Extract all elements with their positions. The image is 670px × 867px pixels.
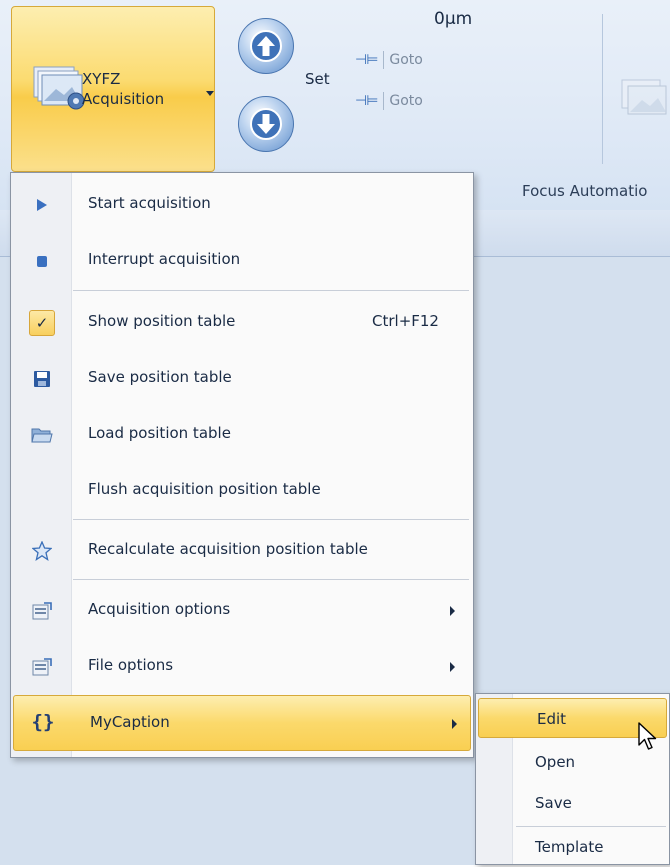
menu-item-flush-position-table[interactable]: Flush acquisition position table [12,465,472,517]
image-stack-gear-icon[interactable] [620,74,670,120]
move-down-button[interactable] [238,96,294,152]
options-icon [32,602,52,620]
submenu-item-label: Open [535,753,576,771]
image-stack-gear-icon [33,66,85,110]
goto-top-button[interactable]: ⊣⊨ Goto [355,51,423,69]
menu-item-mycaption[interactable]: {} MyCaption [13,695,471,751]
menu-item-label: Acquisition options [88,600,231,618]
menu-item-label: MyCaption [90,713,170,731]
submenu-item-label: Save [535,794,572,812]
save-icon [34,371,50,387]
menu-item-label: File options [88,656,174,674]
menu-item-interrupt-acquisition[interactable]: Interrupt acquisition [12,235,472,287]
script-icon: {} [31,711,55,733]
menu-separator [73,579,469,580]
submenu-arrow-icon [450,662,455,672]
options-icon [32,658,52,676]
goto-top-label: Goto [389,52,423,68]
menu-item-start-acquisition[interactable]: Start acquisition [12,179,472,231]
xyfz-label-line2: Acquisition [82,90,165,108]
goto-bottom-label: Goto [389,93,423,109]
separator [383,92,385,110]
menu-separator [73,290,469,291]
menu-item-save-position-table[interactable]: Save position table [12,353,472,405]
menu-item-label: Save position table [88,368,232,386]
xyfz-acquisition-button[interactable]: XYFZ Acquisition [11,6,215,172]
dropdown-arrow-icon [206,91,214,96]
pin-icon: ⊣⊨ [355,93,378,109]
submenu-item-save[interactable]: Save [477,783,667,823]
acquisition-dropdown-menu: Start acquisition Interrupt acquisition … [10,172,474,758]
menu-item-label: Interrupt acquisition [88,250,241,268]
pin-icon: ⊣⊨ [355,52,378,68]
separator [383,51,385,69]
arrow-down-icon [250,108,282,140]
menu-item-load-position-table[interactable]: Load position table [12,409,472,461]
play-icon [37,199,47,211]
menu-separator [73,519,469,520]
shortcut-label: Ctrl+F12 [372,312,439,330]
arrow-up-icon [250,30,282,62]
ribbon-group-divider [602,14,603,164]
menu-item-label: Show position table [88,312,236,330]
submenu-arrow-icon [452,719,457,729]
submenu-item-label: Template [535,838,604,856]
xyfz-acquisition-label: XYFZ Acquisition [82,69,192,109]
stop-icon [37,255,47,267]
mycaption-submenu: Edit Open Save Template [475,693,670,865]
move-up-button[interactable] [238,18,294,74]
check-icon: ✓ [29,310,55,336]
focus-automation-group-label: Focus Automatio [522,182,648,200]
submenu-item-label: Edit [537,710,567,728]
menu-item-recalculate-position-table[interactable]: Recalculate acquisition position table [12,525,472,577]
goto-bottom-button[interactable]: ⊣⊨ Goto [355,92,423,110]
mouse-cursor-icon [638,722,657,750]
set-button[interactable]: Set [305,70,330,88]
menu-item-show-position-table[interactable]: ✓ Show position table Ctrl+F12 [12,297,472,349]
menu-item-acquisition-options[interactable]: Acquisition options [12,585,472,637]
folder-open-icon [31,428,53,443]
submenu-arrow-icon [450,606,455,616]
menu-item-label: Recalculate acquisition position table [88,540,368,558]
menu-item-file-options[interactable]: File options [12,641,472,693]
star-icon [32,541,52,561]
menu-item-label: Load position table [88,424,231,442]
menu-item-label: Flush acquisition position table [88,480,321,498]
submenu-item-template[interactable]: Template [477,827,667,867]
xyfz-label-line1: XYFZ [82,70,121,88]
menu-item-label: Start acquisition [88,194,211,212]
z-position-value: 0µm [434,9,473,29]
